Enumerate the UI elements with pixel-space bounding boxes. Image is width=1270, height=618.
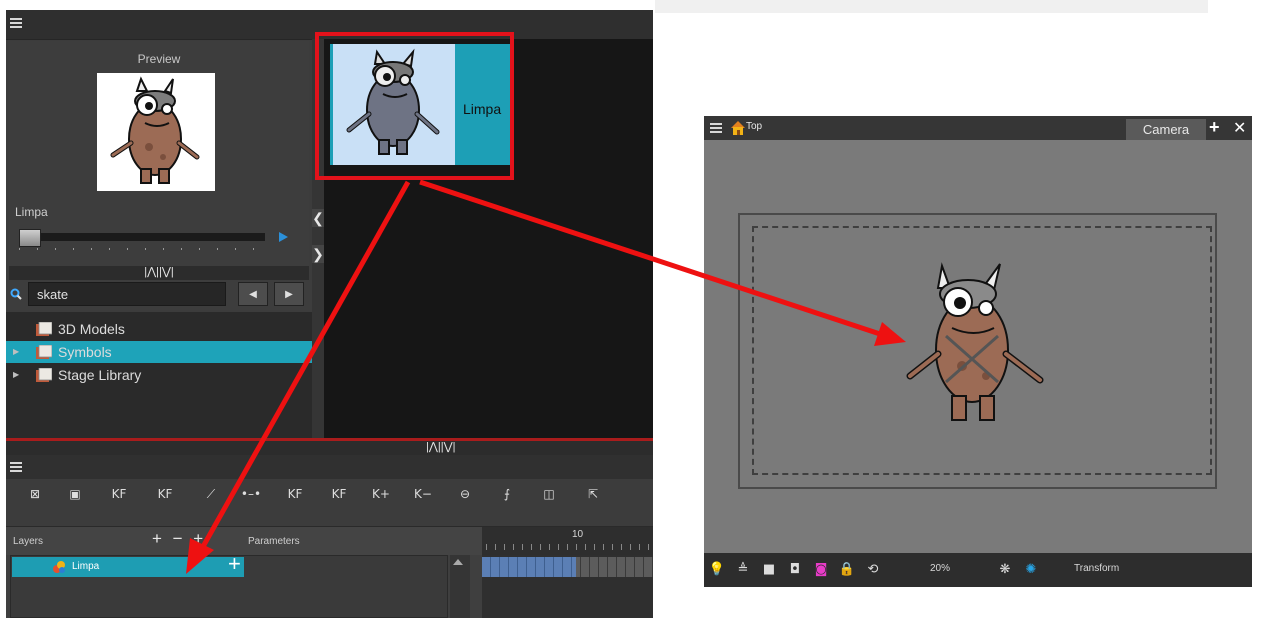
timeline-header: Layers + − + Parameters 10 bbox=[6, 526, 653, 555]
layer-row-limpa[interactable]: Limpa + bbox=[12, 553, 244, 577]
collapse-left-icon[interactable]: ❮ bbox=[312, 209, 324, 227]
onion-icon[interactable]: ◙ bbox=[812, 561, 830, 579]
remove-keyframe-icon[interactable]: KF bbox=[152, 487, 178, 515]
expand-icon[interactable]: ◫ bbox=[536, 487, 562, 515]
ruler-ticks bbox=[486, 544, 651, 550]
preview-title: Preview bbox=[137, 52, 181, 66]
folder-icon bbox=[36, 322, 52, 336]
add-keyframe-icon[interactable]: KF bbox=[106, 487, 132, 515]
camera-view-window: Top Camera + ✕ 💡 ≜ ■ ◘ ◙ 🔒 ⟲ 20% ❋ ✺ Tra… bbox=[704, 116, 1252, 587]
frame-cells-area[interactable] bbox=[482, 555, 653, 618]
tree-item-label: 3D Models bbox=[58, 321, 125, 337]
layer-add-button[interactable]: + bbox=[228, 553, 241, 575]
add-drawing-layer-icon[interactable]: ⊠ bbox=[22, 487, 48, 515]
camera-statusbar: 💡 ≜ ■ ◘ ◙ 🔒 ⟲ 20% ❋ ✺ Transform bbox=[704, 553, 1252, 587]
layer-buttons[interactable]: + − + bbox=[152, 529, 206, 549]
export-icon[interactable]: ⇱ bbox=[580, 487, 606, 515]
current-tool-label: Transform bbox=[1074, 563, 1120, 574]
camera-topbar: Top Camera + ✕ bbox=[704, 116, 1252, 140]
expand-arrow-icon[interactable]: ▶ bbox=[13, 341, 19, 363]
preview-pane: Preview Limpa bbox=[9, 41, 309, 268]
square-icon[interactable]: ■ bbox=[760, 561, 778, 579]
menu-icon[interactable] bbox=[10, 18, 22, 28]
lock-icon[interactable]: 🔒 bbox=[838, 561, 856, 579]
search-previous-button[interactable]: ◀ bbox=[238, 282, 268, 306]
home-icon[interactable] bbox=[730, 120, 746, 135]
close-icon[interactable]: ✕ bbox=[1233, 118, 1246, 138]
preview-scrubber-handle[interactable] bbox=[19, 229, 41, 247]
preview-thumbnail bbox=[97, 73, 215, 191]
collapse-right-icon[interactable]: ❯ bbox=[312, 245, 324, 263]
timeline-scrollbar[interactable] bbox=[450, 555, 470, 618]
selection-highlight-box bbox=[315, 32, 514, 180]
gear-icon[interactable]: ❋ bbox=[996, 561, 1014, 579]
remove-key-exposure-icon[interactable]: K− bbox=[410, 487, 436, 515]
frame-ruler[interactable]: 10 bbox=[482, 527, 653, 555]
parameters-header: Parameters bbox=[248, 536, 300, 547]
library-splitter[interactable]: |⋀||⋁| bbox=[9, 266, 309, 280]
timeline-splitter[interactable]: |⋀||⋁| bbox=[6, 441, 653, 455]
tree-item-label: Symbols bbox=[58, 344, 112, 360]
preview-scrubber-track[interactable] bbox=[19, 233, 265, 241]
layer-name: Limpa bbox=[72, 561, 100, 572]
tree-item-stage-library[interactable]: ▶ Stage Library bbox=[6, 364, 312, 386]
top-strip bbox=[655, 0, 1208, 13]
tab-camera[interactable]: Camera bbox=[1126, 119, 1206, 140]
ease-icon[interactable]: ⨍ bbox=[494, 487, 520, 515]
add-peg-icon[interactable]: ▣ bbox=[62, 487, 88, 515]
timeline-window: |⋀||⋁| ⊠ ▣ KF KF ⟋ •–• KF KF K+ K− ⊖ ⨍ ◫… bbox=[6, 441, 653, 618]
frame-number: 10 bbox=[572, 529, 584, 540]
add-key-exposure-icon[interactable]: K+ bbox=[368, 487, 394, 515]
folder-icon bbox=[36, 345, 52, 359]
preview-scrubber-ticks bbox=[19, 248, 265, 250]
menu-icon[interactable] bbox=[710, 123, 722, 133]
light-table-icon[interactable]: 💡 bbox=[708, 561, 726, 579]
tree-item-symbols[interactable]: ▶ Symbols bbox=[6, 341, 312, 363]
tree-item-label: Stage Library bbox=[58, 367, 142, 383]
menu-icon[interactable] bbox=[10, 462, 22, 472]
tree-item-3d-models[interactable]: 3D Models bbox=[6, 318, 312, 340]
search-row: skate ◀ ▶ bbox=[6, 280, 312, 310]
layers-header: Layers bbox=[13, 536, 44, 547]
search-next-button[interactable]: ▶ bbox=[274, 282, 304, 306]
symbol-layer-icon bbox=[53, 561, 65, 573]
timeline-topbar bbox=[6, 455, 653, 479]
timeline-toolbar: ⊠ ▣ KF KF ⟋ •–• KF KF K+ K− ⊖ ⨍ ◫ ⇱ bbox=[6, 479, 653, 526]
character-illustration bbox=[110, 76, 200, 184]
exposed-frame-cells[interactable] bbox=[482, 557, 576, 577]
folder-icon bbox=[36, 368, 52, 382]
previous-keyframe-icon[interactable]: KF bbox=[282, 487, 308, 515]
add-view-icon[interactable]: + bbox=[1209, 117, 1220, 138]
search-input[interactable]: skate bbox=[28, 282, 226, 306]
character-on-stage[interactable] bbox=[882, 258, 1062, 433]
expand-arrow-icon[interactable]: ▶ bbox=[13, 364, 19, 386]
next-keyframe-icon[interactable]: KF bbox=[326, 487, 352, 515]
preview-name: Limpa bbox=[15, 205, 48, 219]
render-icon[interactable]: ✺ bbox=[1022, 561, 1040, 579]
camera-view-title: Top bbox=[746, 121, 763, 132]
onion-skin-icon[interactable]: ⊖ bbox=[452, 487, 478, 515]
layer-up-icon[interactable]: ≜ bbox=[734, 561, 752, 579]
reset-view-icon[interactable]: ⟲ bbox=[864, 561, 882, 579]
library-tree: 3D Models ▶ Symbols ▶ Stage Library bbox=[6, 312, 312, 439]
scroll-up-icon[interactable] bbox=[453, 559, 463, 565]
zoom-level[interactable]: 20% bbox=[930, 563, 950, 574]
play-icon[interactable] bbox=[279, 232, 288, 242]
safe-area-icon[interactable]: ◘ bbox=[786, 561, 804, 579]
search-icon bbox=[10, 288, 22, 300]
stop-motion-keyframe-icon[interactable]: •–• bbox=[238, 487, 264, 515]
motion-keyframe-icon[interactable]: ⟋ bbox=[198, 487, 224, 515]
